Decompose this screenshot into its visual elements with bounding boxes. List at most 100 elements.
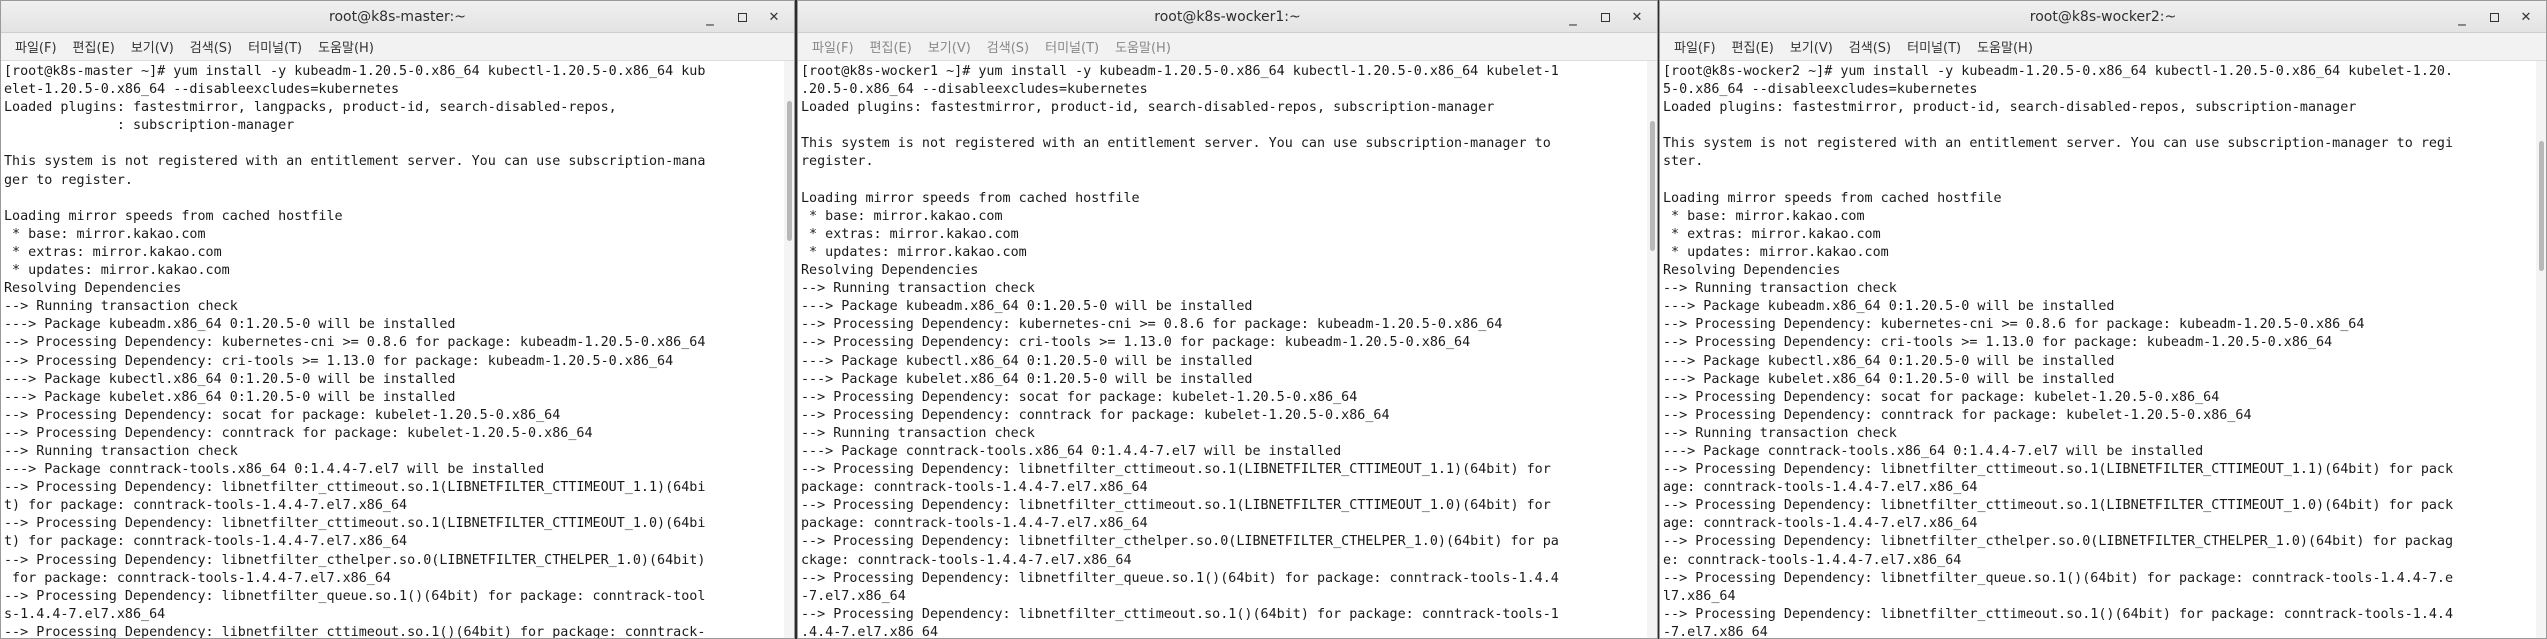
menu-search[interactable]: 검색(S) (1841, 37, 1899, 56)
terminal-line: t) for package: conntrack-tools-1.4.4-7.… (4, 498, 408, 514)
terminal-line: [root@k8s-wocker1 ~]# yum install -y kub… (801, 64, 1559, 79)
menu-edit[interactable]: 편집(E) (862, 37, 920, 56)
terminal-line: package: conntrack-tools-1.4.4-7.el7.x86… (801, 480, 1148, 496)
terminal-line: .20.5-0.x86_64 --disableexcludes=kuberne… (801, 82, 1148, 98)
scrollbar-thumb[interactable] (1650, 121, 1655, 251)
menu-edit[interactable]: 편집(E) (1724, 37, 1782, 56)
menu-file[interactable]: 파일(F) (1666, 37, 1724, 56)
terminal-line: ---> Package kubectl.x86_64 0:1.20.5-0 w… (4, 371, 456, 387)
terminal-line: ---> Package conntrack-tools.x86_64 0:1.… (801, 443, 1342, 459)
menu-search[interactable]: 검색(S) (182, 37, 240, 56)
minimize-icon: _ (1569, 8, 1577, 26)
close-button[interactable]: ✕ (1623, 5, 1651, 29)
terminal-line: --> Processing Dependency: libnetfilter_… (4, 480, 706, 496)
terminal-line: -7.el7.x86_64 (801, 588, 906, 604)
terminal-line: s-1.4.4-7.el7.x86_64 (4, 606, 166, 622)
scrollbar-thumb[interactable] (2539, 141, 2544, 271)
terminal-line: ---> Package kubeadm.x86_64 0:1.20.5-0 w… (4, 317, 456, 333)
window-title: root@k8s-wocker1:~ (1154, 8, 1301, 25)
menu-file[interactable]: 파일(F) (7, 37, 65, 56)
terminal-line: * base: mirror.kakao.com (4, 226, 206, 242)
menu-view[interactable]: 보기(V) (123, 37, 182, 56)
terminal-line: --> Processing Dependency: socat for pac… (801, 389, 1358, 405)
terminal-line: Loading mirror speeds from cached hostfi… (4, 208, 343, 224)
terminal-output[interactable]: [root@k8s-wocker1 ~]# yum install -y kub… (798, 61, 1657, 638)
terminal-window-master[interactable]: root@k8s-master:~ _ ✕ 파일(F) 편집(E) 보기(V) … (0, 0, 795, 639)
terminal-line: --> Processing Dependency: libnetfilter_… (1663, 462, 2454, 478)
maximize-button[interactable] (1591, 5, 1619, 29)
terminal-text: [root@k8s-master ~]# yum install -y kube… (4, 63, 782, 638)
terminal-line: -7.el7.x86_64 (1663, 624, 1768, 638)
close-icon: ✕ (1631, 9, 1643, 25)
window-title: root@k8s-wocker2:~ (2029, 8, 2177, 25)
terminal-line: ckage: conntrack-tools-1.4.4-7.el7.x86_6… (801, 552, 1132, 568)
terminal-line: * base: mirror.kakao.com (801, 208, 1003, 224)
menu-help[interactable]: 도움말(H) (1107, 37, 1179, 56)
terminal-line: 5-0.x86_64 --disableexcludes=kubernetes (1663, 82, 1978, 98)
terminal-line: --> Processing Dependency: conntrack for… (1663, 407, 2252, 423)
terminal-line: ---> Package kubeadm.x86_64 0:1.20.5-0 w… (1663, 299, 2115, 315)
minimize-button[interactable]: _ (2448, 5, 2476, 29)
menu-bar: 파일(F) 편집(E) 보기(V) 검색(S) 터미널(T) 도움말(H) (798, 33, 1657, 61)
menu-help[interactable]: 도움말(H) (1969, 37, 2041, 56)
window-controls: _ ✕ (2448, 1, 2540, 33)
scrollbar[interactable] (1647, 61, 1657, 638)
close-icon: ✕ (768, 9, 780, 25)
terminal-line: Resolving Dependencies (1663, 263, 1841, 279)
close-button[interactable]: ✕ (2512, 5, 2540, 29)
title-bar[interactable]: root@k8s-wocker1:~ _ ✕ (798, 1, 1657, 33)
terminal-line: age: conntrack-tools-1.4.4-7.el7.x86_64 (1663, 480, 1978, 496)
terminal-output[interactable]: [root@k8s-wocker2 ~]# yum install -y kub… (1660, 61, 2546, 638)
terminal-line: Loaded plugins: fastestmirror, product-i… (1663, 100, 2357, 116)
terminal-line: * extras: mirror.kakao.com (801, 226, 1019, 242)
maximize-button[interactable] (2480, 5, 2508, 29)
scrollbar-thumb[interactable] (787, 101, 792, 241)
terminal-line: ---> Package kubelet.x86_64 0:1.20.5-0 w… (1663, 371, 2115, 387)
minimize-button[interactable]: _ (1559, 5, 1587, 29)
terminal-line: Loading mirror speeds from cached hostfi… (1663, 190, 2002, 206)
menu-view[interactable]: 보기(V) (1782, 37, 1841, 56)
title-bar[interactable]: root@k8s-master:~ _ ✕ (1, 1, 794, 33)
terminal-line: --> Running transaction check (1663, 425, 1897, 441)
scrollbar[interactable] (784, 61, 794, 638)
terminal-line: [root@k8s-master ~]# yum install -y kube… (4, 64, 706, 79)
menu-terminal[interactable]: 터미널(T) (240, 37, 310, 56)
terminal-line: --> Processing Dependency: cri-tools >= … (4, 353, 674, 369)
terminal-line: age: conntrack-tools-1.4.4-7.el7.x86_64 (1663, 516, 1978, 532)
menu-file[interactable]: 파일(F) (804, 37, 862, 56)
terminal-line: --> Running transaction check (4, 299, 238, 315)
terminal-line: * extras: mirror.kakao.com (1663, 226, 1881, 242)
close-button[interactable]: ✕ (760, 5, 788, 29)
terminal-window-wocker2[interactable]: root@k8s-wocker2:~ _ ✕ 파일(F) 편집(E) 보기(V)… (1659, 0, 2547, 639)
terminal-line: elet-1.20.5-0.x86_64 --disableexcludes=k… (4, 82, 400, 98)
terminal-line: --> Processing Dependency: cri-tools >= … (801, 335, 1471, 351)
menu-edit[interactable]: 편집(E) (65, 37, 123, 56)
menu-help[interactable]: 도움말(H) (310, 37, 382, 56)
terminal-line: * updates: mirror.kakao.com (1663, 244, 1889, 260)
maximize-icon (737, 12, 747, 22)
terminal-line: --> Running transaction check (801, 425, 1035, 441)
window-controls: _ ✕ (1559, 1, 1651, 33)
terminal-line: ---> Package kubectl.x86_64 0:1.20.5-0 w… (801, 353, 1253, 369)
terminal-line: ---> Package kubeadm.x86_64 0:1.20.5-0 w… (801, 299, 1253, 315)
maximize-icon (2489, 12, 2499, 22)
menu-search[interactable]: 검색(S) (979, 37, 1037, 56)
menu-view[interactable]: 보기(V) (920, 37, 979, 56)
terminal-window-wocker1[interactable]: root@k8s-wocker1:~ _ ✕ 파일(F) 편집(E) 보기(V)… (797, 0, 1658, 639)
terminal-line: Resolving Dependencies (4, 281, 182, 297)
terminal-text: [root@k8s-wocker2 ~]# yum install -y kub… (1663, 63, 2534, 638)
terminal-line: package: conntrack-tools-1.4.4-7.el7.x86… (801, 516, 1148, 532)
terminal-line: .4.4-7.el7.x86_64 (801, 624, 939, 638)
terminal-output[interactable]: [root@k8s-master ~]# yum install -y kube… (1, 61, 794, 638)
scrollbar[interactable] (2536, 61, 2546, 638)
window-controls: _ ✕ (696, 1, 788, 33)
terminal-line: --> Processing Dependency: cri-tools >= … (1663, 335, 2333, 351)
menu-terminal[interactable]: 터미널(T) (1037, 37, 1107, 56)
terminal-line: --> Processing Dependency: kubernetes-cn… (4, 335, 706, 351)
menu-terminal[interactable]: 터미널(T) (1899, 37, 1969, 56)
maximize-button[interactable] (728, 5, 756, 29)
minimize-button[interactable]: _ (696, 5, 724, 29)
terminal-line: --> Processing Dependency: libnetfilter_… (801, 462, 1551, 478)
title-bar[interactable]: root@k8s-wocker2:~ _ ✕ (1660, 1, 2546, 33)
terminal-line: Loaded plugins: fastestmirror, langpacks… (4, 100, 617, 116)
